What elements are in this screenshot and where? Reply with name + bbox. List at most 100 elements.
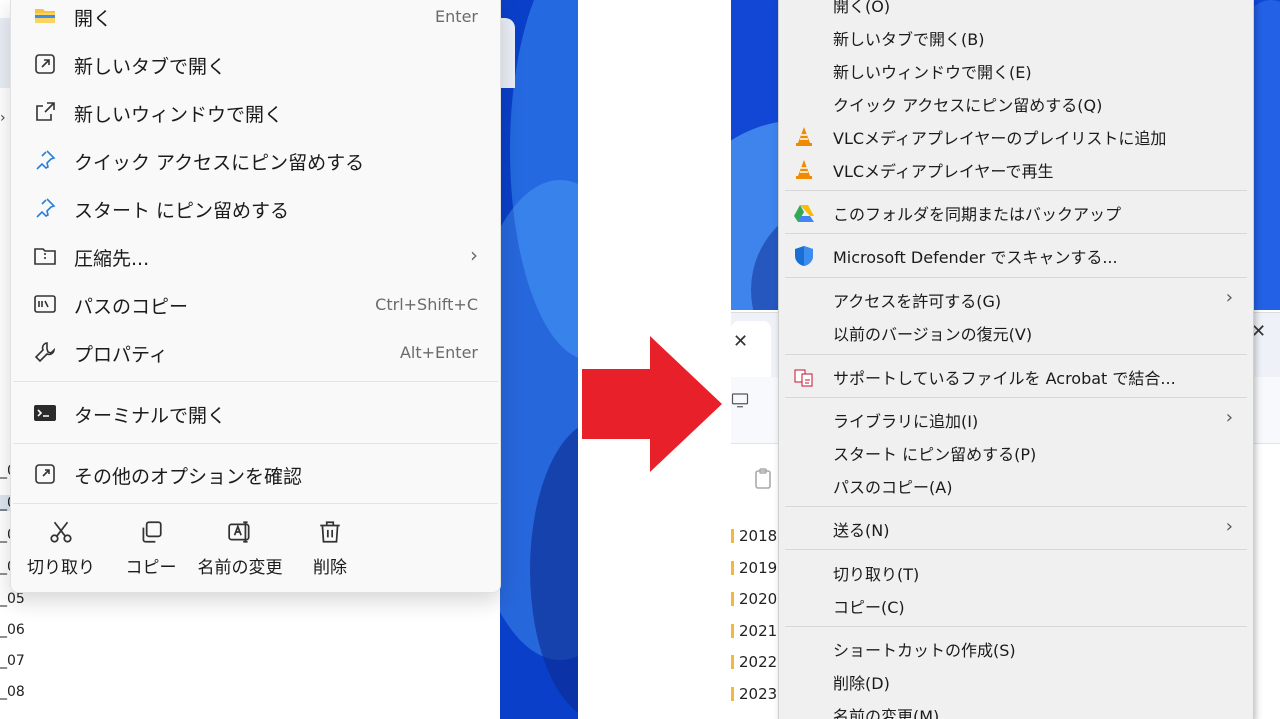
menu-item-label: スタート にピン留めする	[74, 200, 290, 222]
menu-item-vlc-add-playlist[interactable]: VLCメディアプレイヤーのプレイリストに追加	[779, 121, 1253, 151]
classic-screen: ✕ ✕ 2018 2019 2020 2021 2022 2023 開く(O) …	[731, 0, 1280, 719]
chevron-right-icon: ›	[470, 243, 478, 267]
menu-item-label: プロパティ	[74, 344, 168, 366]
menu-item-restore-versions[interactable]: 以前のバージョンの復元(V)	[779, 317, 1253, 347]
menu-item-delete[interactable]: 削除(D)	[779, 666, 1253, 696]
action-label: 切り取り	[27, 558, 95, 578]
wrench-icon	[34, 342, 56, 363]
paste-icon[interactable]	[751, 467, 775, 491]
menu-item-label: VLCメディアプレイヤーで再生	[833, 162, 1054, 181]
file-name[interactable]: _08	[0, 684, 25, 700]
folder-name[interactable]: 2021	[731, 622, 777, 640]
menu-item-properties[interactable]: プロパティ Alt+Enter	[11, 330, 500, 374]
menu-item-copy-path[interactable]: パスのコピー(A)	[779, 470, 1253, 500]
rename-button[interactable]: 名前の変更	[195, 519, 285, 579]
monitor-icon[interactable]	[731, 391, 749, 409]
menu-item-label: Microsoft Defender でスキャンする...	[833, 248, 1118, 267]
menu-item-label: このフォルダを同期またはバックアップ	[833, 205, 1122, 224]
menu-item-label: アクセスを許可する(G)	[833, 292, 1002, 311]
menu-item-pin-quick-access[interactable]: クイック アクセスにピン留めする(Q)	[779, 88, 1253, 118]
menu-item-label: VLCメディアプレイヤーのプレイリストに追加	[833, 129, 1167, 148]
menu-item-open-new-tab[interactable]: 新しいタブで開く	[11, 42, 500, 86]
menu-item-copy[interactable]: コピー(C)	[779, 590, 1253, 620]
menu-item-copy-path[interactable]: パスのコピー Ctrl+Shift+C	[11, 282, 500, 326]
nav-chevron[interactable]: ›	[0, 110, 6, 126]
menu-separator	[785, 397, 1247, 398]
win11-context-menu: 開く Enter 新しいタブで開く 新しいウィンドウで開く クイック アクセスに…	[10, 0, 501, 593]
menu-item-acrobat-combine[interactable]: サポートしているファイルを Acrobat で結合...	[779, 361, 1253, 391]
action-label: 削除	[313, 558, 347, 578]
right-arrow-icon	[582, 336, 722, 472]
menu-separator	[785, 626, 1247, 627]
menu-item-label: パスのコピー	[74, 296, 189, 318]
menu-separator	[13, 443, 498, 444]
menu-item-label: サポートしているファイルを Acrobat で結合...	[833, 369, 1176, 388]
folder-name[interactable]: 2019	[731, 559, 777, 577]
shortcut-text: Enter	[435, 7, 478, 26]
menu-item-send-to[interactable]: 送る(N) ›	[779, 513, 1253, 543]
menu-item-open[interactable]: 開く(O)	[779, 0, 1253, 19]
menu-item-pin-start[interactable]: スタート にピン留めする	[11, 186, 500, 230]
menu-item-defender-scan[interactable]: Microsoft Defender でスキャンする...	[779, 240, 1253, 270]
classic-context-menu: 開く(O) 新しいタブで開く(B) 新しいウィンドウで開く(E) クイック アク…	[778, 0, 1254, 719]
shortcut-text: Alt+Enter	[399, 343, 478, 362]
menu-item-label: 名前の変更(M)	[833, 707, 940, 719]
acrobat-combine-icon	[794, 369, 813, 387]
menu-item-open-new-tab[interactable]: 新しいタブで開く(B)	[779, 22, 1253, 52]
copy-button[interactable]: コピー	[106, 519, 196, 579]
scissors-icon	[50, 521, 72, 543]
google-drive-icon	[794, 205, 814, 222]
menu-item-more-options[interactable]: その他のオプションを確認	[11, 452, 500, 496]
menu-item-label: 圧縮先...	[74, 248, 150, 270]
menu-item-vlc-play[interactable]: VLCメディアプレイヤーで再生	[779, 154, 1253, 184]
menu-item-open[interactable]: 開く Enter	[11, 0, 500, 38]
menu-separator	[13, 381, 498, 382]
more-options-icon	[35, 464, 55, 484]
menu-item-label: ショートカットの作成(S)	[833, 641, 1016, 660]
cut-button[interactable]: 切り取り	[16, 519, 106, 579]
folder-icon	[35, 9, 55, 23]
folder-name[interactable]: 2018	[731, 527, 777, 545]
menu-separator	[785, 354, 1247, 355]
menu-item-give-access[interactable]: アクセスを許可する(G) ›	[779, 284, 1253, 314]
menu-separator	[785, 233, 1247, 234]
menu-item-create-shortcut[interactable]: ショートカットの作成(S)	[779, 633, 1253, 663]
copy-path-icon	[34, 295, 56, 313]
compress-folder-icon	[34, 248, 56, 265]
menu-item-open-new-window[interactable]: 新しいウィンドウで開く(E)	[779, 55, 1253, 85]
trash-icon	[320, 521, 340, 543]
menu-item-label: 切り取り(T)	[833, 565, 920, 584]
menu-item-add-to-library[interactable]: ライブラリに追加(I) ›	[779, 404, 1253, 434]
menu-item-label: 新しいタブで開く	[74, 56, 227, 78]
quick-action-bar: 切り取り コピー 名前の変更 削除	[11, 505, 500, 591]
file-name[interactable]: _06	[0, 622, 25, 638]
file-name[interactable]: _05	[0, 591, 25, 607]
menu-separator	[785, 549, 1247, 550]
menu-item-pin-start[interactable]: スタート にピン留めする(P)	[779, 437, 1253, 467]
menu-item-google-drive-sync[interactable]: このフォルダを同期またはバックアップ	[779, 197, 1253, 227]
win11-screen: › _0 _0 _0 _0 _05 _06 _07 _08 開く Enter 新…	[0, 0, 578, 719]
menu-item-compress[interactable]: 圧縮先... ›	[11, 234, 500, 278]
pin-icon	[36, 150, 56, 170]
chevron-right-icon: ›	[1225, 407, 1233, 428]
folder-name[interactable]: 2022	[731, 653, 777, 671]
shortcut-text: Ctrl+Shift+C	[375, 295, 478, 314]
file-name[interactable]: _07	[0, 653, 25, 669]
menu-item-label: その他のオプションを確認	[74, 466, 303, 488]
copy-icon	[142, 521, 162, 543]
menu-item-pin-quick-access[interactable]: クイック アクセスにピン留めする	[11, 138, 500, 182]
menu-item-label: クイック アクセスにピン留めする(Q)	[833, 96, 1103, 115]
open-new-tab-icon	[35, 54, 55, 74]
folder-name[interactable]: 2023	[731, 685, 777, 703]
action-label: 名前の変更	[197, 558, 283, 578]
close-tab-icon[interactable]: ✕	[733, 331, 748, 352]
delete-button[interactable]: 削除	[285, 519, 375, 579]
menu-item-cut[interactable]: 切り取り(T)	[779, 557, 1253, 587]
chevron-right-icon: ›	[1225, 287, 1233, 308]
menu-separator	[13, 503, 498, 504]
menu-item-open-new-window[interactable]: 新しいウィンドウで開く	[11, 90, 500, 134]
menu-item-label: 開く	[74, 8, 113, 30]
menu-item-open-terminal[interactable]: ターミナルで開く	[11, 391, 500, 435]
folder-name[interactable]: 2020	[731, 590, 777, 608]
menu-item-rename[interactable]: 名前の変更(M)	[779, 699, 1253, 719]
